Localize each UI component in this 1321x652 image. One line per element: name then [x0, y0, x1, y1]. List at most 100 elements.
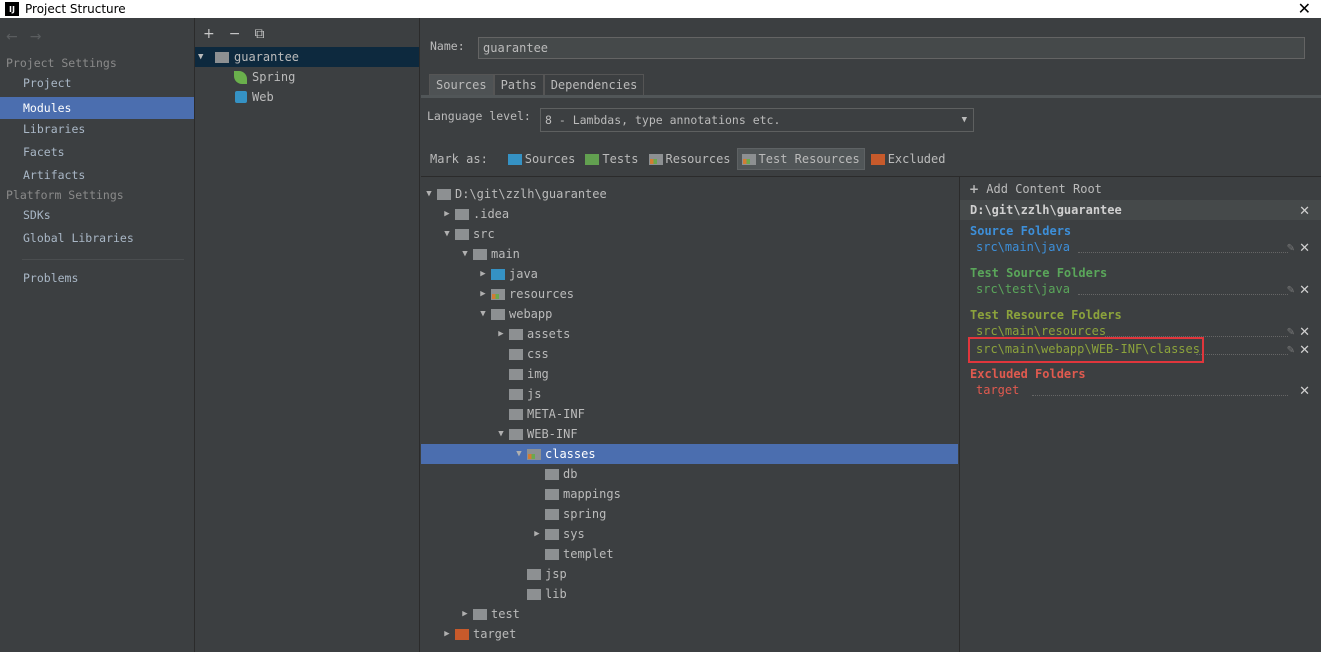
tree-row[interactable]: ▼ main: [421, 244, 958, 264]
edit-pencil-icon[interactable]: ✎: [1287, 327, 1295, 338]
tree-row[interactable]: ▶spring: [421, 504, 958, 524]
tree-row[interactable]: ▶css: [421, 344, 958, 364]
mark-sources-button[interactable]: Sources: [504, 148, 580, 170]
sidebar-item-sdks[interactable]: SDKs: [0, 204, 194, 226]
source-folders-title: Source Folders: [970, 224, 1072, 238]
collapse-arrow-icon[interactable]: ▼: [475, 304, 491, 324]
folder-icon: [545, 489, 559, 500]
tree-row[interactable]: ▶ .idea: [421, 204, 958, 224]
module-item-web[interactable]: Web: [195, 87, 419, 107]
tree-row[interactable]: ▶templet: [421, 544, 958, 564]
module-name-input[interactable]: guarantee: [478, 37, 1305, 59]
language-level-select[interactable]: 8 - Lambdas, type annotations etc. ▼: [540, 108, 974, 132]
tree-row[interactable]: ▶db: [421, 464, 958, 484]
tree-row[interactable]: ▶js: [421, 384, 958, 404]
test-source-folder-entry: src\test\java: [976, 282, 1070, 296]
tree-row[interactable]: ▶ java: [421, 264, 958, 284]
module-folder-icon: [215, 52, 229, 63]
module-label: guarantee: [234, 50, 300, 64]
sidebar-item-problems[interactable]: Problems: [0, 267, 194, 289]
tree-row-label: mappings: [563, 487, 621, 501]
project-settings-heading: Project Settings: [6, 56, 117, 70]
tree-row[interactable]: ▶ assets: [421, 324, 958, 344]
tab-sources[interactable]: Sources: [429, 74, 494, 95]
folder-icon: [545, 549, 559, 560]
sidebar-item-facets[interactable]: Facets: [0, 141, 194, 163]
sidebar-item-global-libraries[interactable]: Global Libraries: [0, 227, 194, 249]
remove-source-folder-icon[interactable]: ✕: [1299, 241, 1310, 256]
collapse-arrow-icon[interactable]: ▼: [421, 184, 437, 204]
mark-excluded-button[interactable]: Excluded: [867, 148, 950, 170]
sidebar-item-artifacts[interactable]: Artifacts: [0, 164, 194, 186]
tree-row-label: META-INF: [527, 407, 585, 421]
edit-pencil-icon[interactable]: ✎: [1287, 243, 1295, 254]
mark-resources-button[interactable]: Resources: [645, 148, 735, 170]
mark-tests-button[interactable]: Tests: [581, 148, 642, 170]
remove-content-root-icon[interactable]: ✕: [1299, 202, 1310, 222]
tree-row[interactable]: ▼ webapp: [421, 304, 958, 324]
resources-folder-icon: [648, 154, 663, 165]
expand-arrow-icon[interactable]: ▶: [475, 284, 491, 304]
dotted-leader: [1032, 395, 1288, 396]
tree-row[interactable]: ▶ resources: [421, 284, 958, 304]
collapse-arrow-icon[interactable]: ▼: [457, 244, 473, 264]
tree-row-label: img: [527, 367, 549, 381]
remove-excluded-folder-icon[interactable]: ✕: [1299, 384, 1310, 399]
name-label: Name:: [430, 39, 465, 53]
folder-icon: [509, 389, 523, 400]
collapse-arrow-icon[interactable]: ▼: [439, 224, 455, 244]
tree-row[interactable]: ▼ WEB-INF: [421, 424, 958, 444]
expand-arrow-icon[interactable]: ▼: [198, 47, 203, 67]
expand-arrow-icon[interactable]: ▶: [529, 524, 545, 544]
tree-row[interactable]: ▶lib: [421, 584, 958, 604]
tree-row[interactable]: ▶img: [421, 364, 958, 384]
expand-arrow-icon[interactable]: ▶: [439, 624, 455, 644]
tree-row[interactable]: ▶ test: [421, 604, 958, 624]
collapse-arrow-icon[interactable]: ▼: [511, 444, 527, 464]
tree-row[interactable]: ▼ D:\git\zzlh\guarantee: [421, 184, 958, 204]
expand-arrow-icon[interactable]: ▶: [439, 204, 455, 224]
mark-test-resources-button[interactable]: Test Resources: [736, 148, 865, 170]
folder-icon: [455, 629, 469, 640]
tree-row-label: target: [473, 627, 517, 641]
remove-module-icon[interactable]: −: [229, 26, 241, 42]
sidebar-item-modules[interactable]: Modules: [0, 97, 194, 119]
edit-pencil-icon[interactable]: ✎: [1287, 345, 1295, 356]
tree-row[interactable]: ▶ target: [421, 624, 958, 644]
tests-folder-icon: [585, 154, 600, 165]
intellij-app-icon: IJ: [5, 2, 19, 16]
forward-arrow-icon[interactable]: →: [30, 29, 42, 45]
remove-test-source-folder-icon[interactable]: ✕: [1299, 283, 1310, 298]
window-title-bar: IJ Project Structure ✕: [0, 0, 1321, 18]
tree-row[interactable]: ▶ sys: [421, 524, 958, 544]
folder-icon: [509, 349, 523, 360]
tab-dependencies[interactable]: Dependencies: [543, 74, 645, 95]
module-item-spring[interactable]: Spring: [195, 67, 419, 87]
tree-row[interactable]: ▶META-INF: [421, 404, 958, 424]
tab-paths[interactable]: Paths: [493, 74, 544, 95]
expand-arrow-icon[interactable]: ▶: [475, 264, 491, 284]
edit-pencil-icon[interactable]: ✎: [1287, 285, 1295, 296]
remove-test-resource-folder-icon[interactable]: ✕: [1299, 343, 1310, 358]
copy-module-icon[interactable]: ⧉: [254, 26, 264, 42]
collapse-arrow-icon[interactable]: ▼: [493, 424, 509, 444]
back-arrow-icon[interactable]: ←: [6, 29, 18, 45]
annotation-highlight-box: [968, 337, 1204, 363]
folder-icon: [509, 369, 523, 380]
tree-row[interactable]: ▶jsp: [421, 564, 958, 584]
module-details: Name: guarantee Sources Paths Dependenci…: [421, 18, 1321, 652]
module-tabs: Sources Paths Dependencies: [429, 74, 645, 95]
sidebar-item-libraries[interactable]: Libraries: [0, 118, 194, 140]
expand-arrow-icon[interactable]: ▶: [457, 604, 473, 624]
tree-row[interactable]: ▶mappings: [421, 484, 958, 504]
sidebar-item-project[interactable]: Project: [0, 72, 194, 94]
module-label: Spring: [252, 70, 296, 84]
tree-row[interactable]: ▼ src: [421, 224, 958, 244]
module-item-guarantee[interactable]: ▼ guarantee: [195, 47, 419, 67]
add-module-icon[interactable]: +: [203, 26, 215, 42]
remove-test-resource-folder-icon[interactable]: ✕: [1299, 325, 1310, 340]
tree-row[interactable]: ▼ classes: [421, 444, 958, 464]
expand-arrow-icon[interactable]: ▶: [493, 324, 509, 344]
add-content-root-button[interactable]: + Add Content Root: [969, 182, 1102, 196]
close-window-icon[interactable]: ✕: [1298, 0, 1311, 18]
